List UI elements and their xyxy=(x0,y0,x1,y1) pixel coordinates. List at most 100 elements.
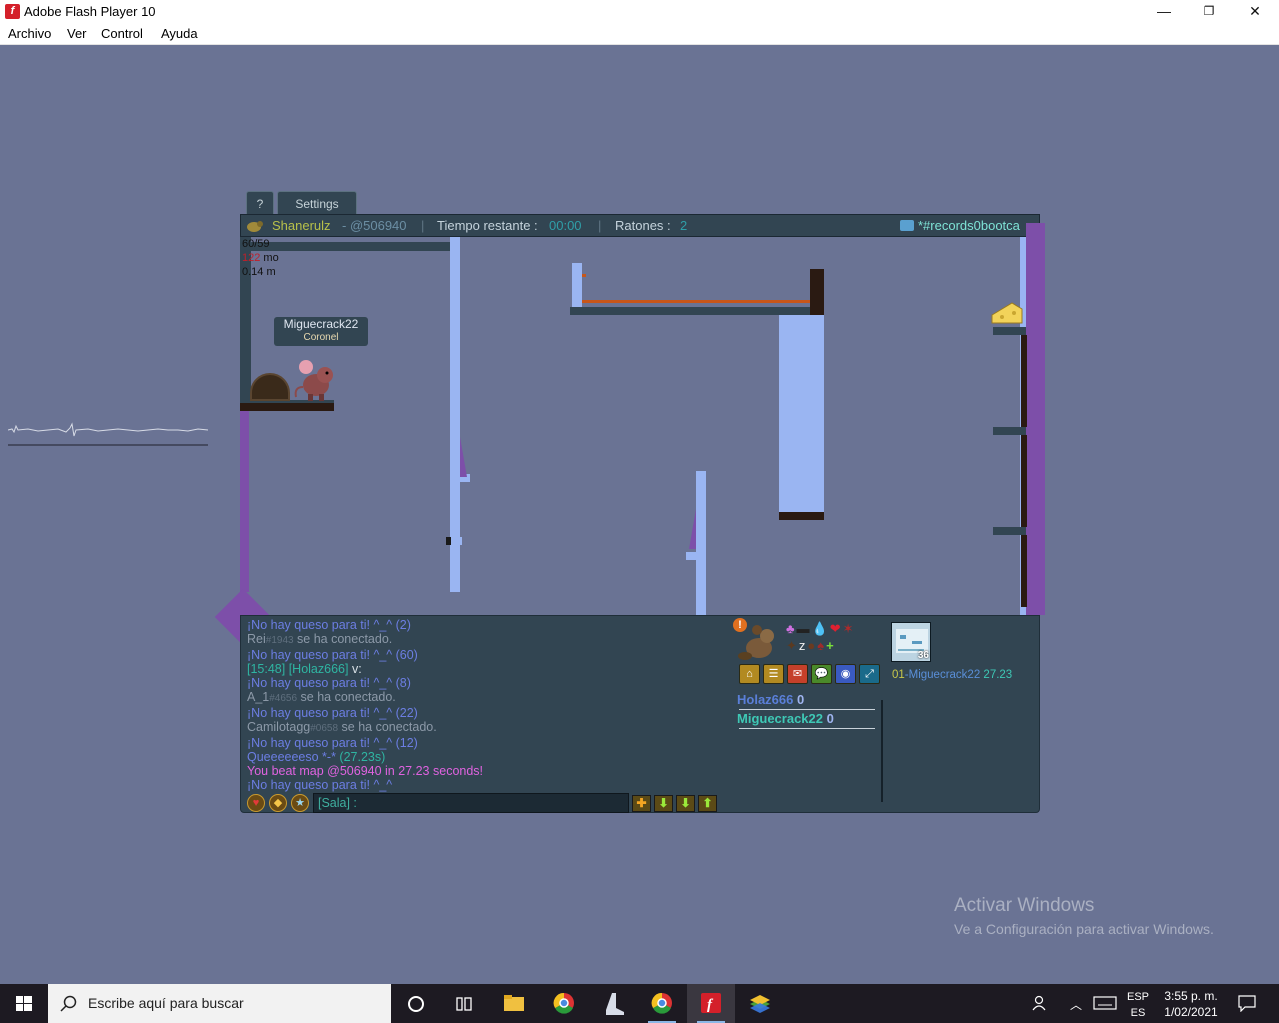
flash-app-icon: f xyxy=(5,4,20,19)
debug-stats: 60/59 122 mo 0.14 m xyxy=(242,237,279,279)
chat-line: ¡No hay queso para ti! ^_^ xyxy=(247,778,393,792)
scrollbar[interactable] xyxy=(881,700,883,802)
chat-bar: ♥ ◆ ★ ✚ ⬇ ⬇ ⬆ xyxy=(245,793,721,813)
scroll-bottom-button[interactable]: ⬇ xyxy=(676,795,695,812)
chat-line: Rei#1943 se ha conectado. xyxy=(247,632,717,648)
map-ground xyxy=(446,537,451,545)
taskbar: Escribe aquí para buscar f ︿ ESP ES 3:55… xyxy=(0,984,1279,1023)
scroll-down-button[interactable]: ⬇ xyxy=(654,795,673,812)
map-ground xyxy=(1021,435,1027,527)
map-ground xyxy=(1021,335,1027,427)
bug-icon[interactable]: ✶ xyxy=(843,621,856,636)
shop-icon[interactable]: ✉ xyxy=(787,664,808,684)
taskbar-chrome-2[interactable] xyxy=(638,984,686,1023)
record-time: 27.23 xyxy=(983,669,1013,681)
cortana-icon xyxy=(408,996,424,1012)
chat-text: se ha conectado. xyxy=(293,632,393,646)
chat-user: A_1 xyxy=(247,690,270,704)
plus-button[interactable]: ✚ xyxy=(632,795,651,812)
task-view-button[interactable] xyxy=(440,984,488,1023)
chat-user: Rei xyxy=(247,632,266,646)
window-title: Adobe Flash Player 10 xyxy=(24,4,156,19)
add-icon[interactable]: + xyxy=(826,638,836,653)
mice-value: 2 xyxy=(680,218,688,233)
record-name: -Miguecrack22 xyxy=(904,669,981,681)
fullscreen-icon[interactable]: ⤢ xyxy=(859,664,880,684)
map-editor-icon[interactable]: ★ xyxy=(291,794,309,812)
map-ground xyxy=(993,527,1026,535)
bluestacks-icon xyxy=(750,995,770,1013)
help-tab[interactable]: ? xyxy=(246,191,274,215)
shop-items: ♣▬💧❤✶ ✦z●♠+ xyxy=(786,620,856,654)
chevron-up-icon[interactable]: ︿ xyxy=(1068,996,1084,1013)
chat-input[interactable] xyxy=(313,793,629,813)
scroll-up-button[interactable]: ⬆ xyxy=(698,795,717,812)
language-primary: ESP xyxy=(1126,991,1149,1003)
nut-icon[interactable]: ● xyxy=(807,638,817,653)
maximize-button[interactable]: ❐ xyxy=(1186,0,1232,23)
chat-text: se ha conectado. xyxy=(297,690,396,704)
tribe-icon[interactable]: ◆ xyxy=(269,794,287,812)
dress-icon[interactable]: ♣ xyxy=(786,621,797,636)
separator: | xyxy=(598,218,602,233)
map-ground xyxy=(779,512,824,520)
close-button[interactable]: ✕ xyxy=(1232,0,1278,23)
language-indicator[interactable]: ESP ES xyxy=(1124,989,1152,1021)
discord-icon[interactable]: ◉ xyxy=(835,664,856,684)
start-button[interactable] xyxy=(0,984,48,1023)
clock-time: 3:55 p. m. xyxy=(1164,989,1218,1003)
cortana-button[interactable] xyxy=(392,984,440,1023)
score-value: 0 xyxy=(826,711,834,726)
taskbar-search[interactable]: Escribe aquí para buscar xyxy=(48,984,391,1023)
taskbar-bluestacks[interactable] xyxy=(736,984,784,1023)
chat-text: (27.23s) xyxy=(335,750,386,764)
room-name: *#records0bootca xyxy=(918,218,1020,233)
drop-icon[interactable]: 💧 xyxy=(812,621,830,636)
map-thumbnail[interactable]: 36 xyxy=(891,622,931,662)
menu-control[interactable]: Control xyxy=(101,26,143,41)
keyboard-icon[interactable] xyxy=(1092,996,1118,1013)
menu-ayuda[interactable]: Ayuda xyxy=(161,26,198,41)
title-bar: f Adobe Flash Player 10 — ❐ ✕ xyxy=(0,0,1279,23)
map-ground xyxy=(240,407,249,592)
taskbar-chrome[interactable] xyxy=(540,984,588,1023)
menu-ver[interactable]: Ver xyxy=(67,26,87,41)
list-icon[interactable]: ☰ xyxy=(763,664,784,684)
chat-icon[interactable]: 💬 xyxy=(811,664,832,684)
avatar[interactable] xyxy=(737,622,779,662)
notifications-icon[interactable] xyxy=(1237,995,1257,1015)
map-ground xyxy=(570,307,823,315)
bird-icon[interactable]: ✦ xyxy=(786,638,799,653)
player-name-tag: Miguecrack22 Coronel xyxy=(274,317,368,346)
chat-log: ¡No hay queso para ti! ^_^ (2) Rei#1943 … xyxy=(247,618,717,792)
flash-icon: f xyxy=(701,993,721,1013)
chat-line: ¡No hay queso para ti! ^_^ (8) xyxy=(247,676,411,690)
taskbar-app[interactable] xyxy=(590,984,638,1023)
map-ground xyxy=(993,427,1026,435)
home-icon[interactable]: ⌂ xyxy=(739,664,760,684)
task-view-icon xyxy=(456,997,472,1011)
settings-tab[interactable]: Settings xyxy=(277,191,357,215)
watermark-title: Activar Windows xyxy=(954,895,1095,916)
menu-archivo[interactable]: Archivo xyxy=(8,26,51,41)
chrome-icon xyxy=(651,992,672,1014)
heart-icon[interactable]: ♥ xyxy=(247,794,265,812)
heart-icon[interactable]: ❤ xyxy=(830,621,843,636)
taskbar-explorer[interactable] xyxy=(490,984,538,1023)
taskbar-flash-player[interactable]: f xyxy=(687,984,735,1023)
map-ground xyxy=(460,437,467,477)
hat-icon[interactable]: ▬ xyxy=(797,621,812,636)
room-icon xyxy=(900,220,914,231)
clock[interactable]: 3:55 p. m. 1/02/2021 xyxy=(1158,988,1224,1020)
cherry-icon[interactable]: ♠ xyxy=(817,638,826,653)
player-mouse xyxy=(294,360,333,401)
time-label: Tiempo restante : xyxy=(437,218,538,233)
chat-user-tag: #4656 xyxy=(269,693,298,704)
minimize-button[interactable]: — xyxy=(1141,0,1187,23)
map-ground xyxy=(689,509,696,549)
search-placeholder: Escribe aquí para buscar xyxy=(88,995,244,1011)
chat-prefix: [15:48] [Holaz666] xyxy=(247,662,349,676)
people-icon[interactable] xyxy=(1030,994,1050,1015)
flash-stage: ? Settings Shanerulz - @506940 | Tiempo … xyxy=(0,45,1279,984)
lava-line xyxy=(582,300,814,303)
